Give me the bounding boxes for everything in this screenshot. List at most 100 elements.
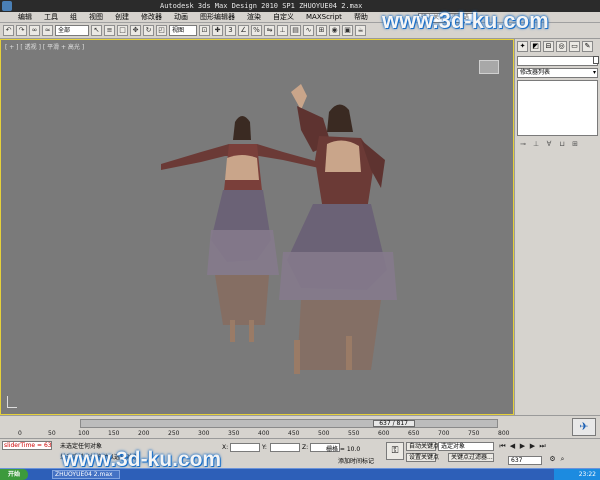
menu-item-group[interactable]: 组 (70, 12, 77, 22)
watermark-bottom: www.3d-ku.com (62, 448, 222, 471)
rotate-icon[interactable]: ↻ (143, 25, 154, 36)
window-title: Autodesk 3ds Max Design 2010 SP1 ZHUOYUE… (160, 2, 363, 10)
z-label: Z: (302, 444, 309, 451)
unlink-icon[interactable]: ≈ (42, 25, 53, 36)
zoom-icon[interactable]: ⌕ (558, 455, 567, 464)
menu-item-edit[interactable]: 编辑 (18, 12, 32, 22)
timeline-tick-label: 700 (438, 430, 450, 437)
render-icon[interactable]: ☕ (355, 25, 366, 36)
perspective-viewport[interactable]: [ + ] [ 透视 ] [ 平滑 + 高光 ] (0, 39, 514, 415)
menu-item-customize[interactable]: 自定义 (273, 12, 294, 22)
command-panel: ✦ ◩ ⊟ ◎ ▭ ✎ 修改器列表 ▾ ⊸ ⊥ ∀ ⊔ ⊞ (514, 39, 600, 415)
previous-frame-icon[interactable]: ◀ (508, 442, 517, 451)
timeline-tick-label: 450 (288, 430, 300, 437)
menu-item-rendering[interactable]: 渲染 (247, 12, 261, 22)
add-time-tag[interactable]: 添加时间标记 (338, 456, 374, 465)
time-slider-thumb[interactable]: 637 / 817 (372, 420, 415, 427)
current-frame-field[interactable]: 637 (508, 456, 542, 465)
maxscript-listener[interactable]: sliderTime = 637f (2, 441, 52, 450)
make-unique-icon[interactable]: ∀ (545, 140, 553, 148)
timeline-tick-label: 650 (408, 430, 420, 437)
app-window: Autodesk 3ds Max Design 2010 SP1 ZHUOYUE… (0, 0, 600, 480)
y-coord-field[interactable] (270, 443, 300, 452)
timeline-tick-label: 550 (348, 430, 360, 437)
scale-icon[interactable]: ◰ (156, 25, 167, 36)
schematic-icon[interactable]: ⊞ (316, 25, 327, 36)
timeline-tick-label: 300 (198, 430, 210, 437)
timeline-tick-label: 0 (18, 430, 22, 437)
modifier-list-dropdown[interactable]: 修改器列表 ▾ (517, 68, 598, 78)
y-label: Y: (262, 444, 267, 451)
redo-icon[interactable]: ↷ (16, 25, 27, 36)
curve-editor-icon[interactable]: ∿ (303, 25, 314, 36)
menu-item-maxscript[interactable]: MAXScript (306, 13, 342, 21)
hierarchy-tab-icon[interactable]: ⊟ (543, 41, 554, 52)
system-clock: 23:22 (554, 469, 600, 480)
mirror-icon[interactable]: ⇋ (264, 25, 275, 36)
select-icon[interactable]: ↖ (91, 25, 102, 36)
angle-snap-icon[interactable]: ∠ (238, 25, 249, 36)
align-icon[interactable]: ⊥ (277, 25, 288, 36)
start-button[interactable]: 开始 (0, 469, 28, 480)
show-end-result-icon[interactable]: ⊥ (532, 140, 540, 148)
link-icon[interactable]: ∞ (29, 25, 40, 36)
app-icon[interactable] (2, 1, 12, 11)
utilities-tab-icon[interactable]: ✎ (582, 41, 593, 52)
manipulate-icon[interactable]: ✚ (212, 25, 223, 36)
set-key-button[interactable]: 设置关键点 (406, 453, 439, 462)
undo-icon[interactable]: ↶ (3, 25, 14, 36)
go-to-start-icon[interactable]: ⏮ (498, 442, 507, 451)
time-slider-track[interactable]: 637 / 817 (80, 419, 498, 428)
menu-item-create[interactable]: 创建 (115, 12, 129, 22)
timeline-tick-label: 800 (498, 430, 510, 437)
selected-set-dropdown[interactable]: 选定对象 (438, 442, 494, 451)
configure-modifier-icon[interactable]: ⊞ (571, 140, 579, 148)
menu-item-graph-editors[interactable]: 图形编辑器 (200, 12, 235, 22)
menu-item-animation[interactable]: 动画 (174, 12, 188, 22)
next-frame-icon[interactable]: ▶ (528, 442, 537, 451)
pivot-icon[interactable]: ⊡ (199, 25, 210, 36)
material-editor-icon[interactable]: ◉ (329, 25, 340, 36)
selection-filter-dropdown[interactable]: 全部 (55, 25, 89, 36)
layer-icon[interactable]: ▤ (290, 25, 301, 36)
help-icon[interactable]: ✈ (572, 418, 596, 436)
x-coord-field[interactable] (230, 443, 260, 452)
grid-size: 栅格 = 10.0 (326, 446, 361, 453)
play-icon[interactable]: ▶ (518, 442, 527, 451)
track-bar[interactable]: 0 50 100 150 200 250 300 350 400 450 500 550 600 650 7… (0, 429, 600, 439)
go-to-end-icon[interactable]: ⏭ (538, 442, 547, 451)
object-color-swatch[interactable] (593, 56, 599, 64)
object-name-field[interactable] (517, 56, 598, 66)
rect-select-icon[interactable]: □ (117, 25, 128, 36)
snap-icon[interactable]: 3 (225, 25, 236, 36)
character-models (161, 84, 397, 374)
watermark-top: www.3d-ku.com (382, 8, 549, 33)
menu-item-views[interactable]: 视图 (89, 12, 103, 22)
motion-tab-icon[interactable]: ◎ (556, 41, 567, 52)
time-slider[interactable]: 637 / 817 (0, 415, 600, 429)
display-tab-icon[interactable]: ▭ (569, 41, 580, 52)
modifier-list-label: 修改器列表 (520, 69, 551, 76)
timeline-tick-label: 500 (318, 430, 330, 437)
create-tab-icon[interactable]: ✦ (517, 41, 528, 52)
render-setup-icon[interactable]: ▣ (342, 25, 353, 36)
reference-coord-dropdown[interactable]: 视图 (169, 25, 197, 36)
timeline-tick-label: 100 (78, 430, 90, 437)
menu-item-tools[interactable]: 工具 (44, 12, 58, 22)
key-icon[interactable]: ⚿ (386, 442, 404, 460)
select-by-name-icon[interactable]: ≡ (104, 25, 115, 36)
move-icon[interactable]: ✥ (130, 25, 141, 36)
percent-snap-icon[interactable]: % (251, 25, 262, 36)
modify-tab-icon[interactable]: ◩ (530, 41, 541, 52)
remove-modifier-icon[interactable]: ⊔ (558, 140, 566, 148)
command-panel-tabs: ✦ ◩ ⊟ ◎ ▭ ✎ (515, 39, 600, 54)
auto-key-button[interactable]: 自动关键点 (406, 442, 439, 451)
menu-item-modifiers[interactable]: 修改器 (141, 12, 162, 22)
time-config-icon[interactable]: ⚙ (548, 455, 557, 464)
key-filters-button[interactable]: 关键点过滤器... (448, 453, 494, 462)
menu-item-help[interactable]: 帮助 (354, 12, 368, 22)
modifier-stack[interactable] (517, 80, 598, 136)
pin-stack-icon[interactable]: ⊸ (519, 140, 527, 148)
timeline-tick-label: 400 (258, 430, 270, 437)
x-label: X: (222, 444, 229, 451)
